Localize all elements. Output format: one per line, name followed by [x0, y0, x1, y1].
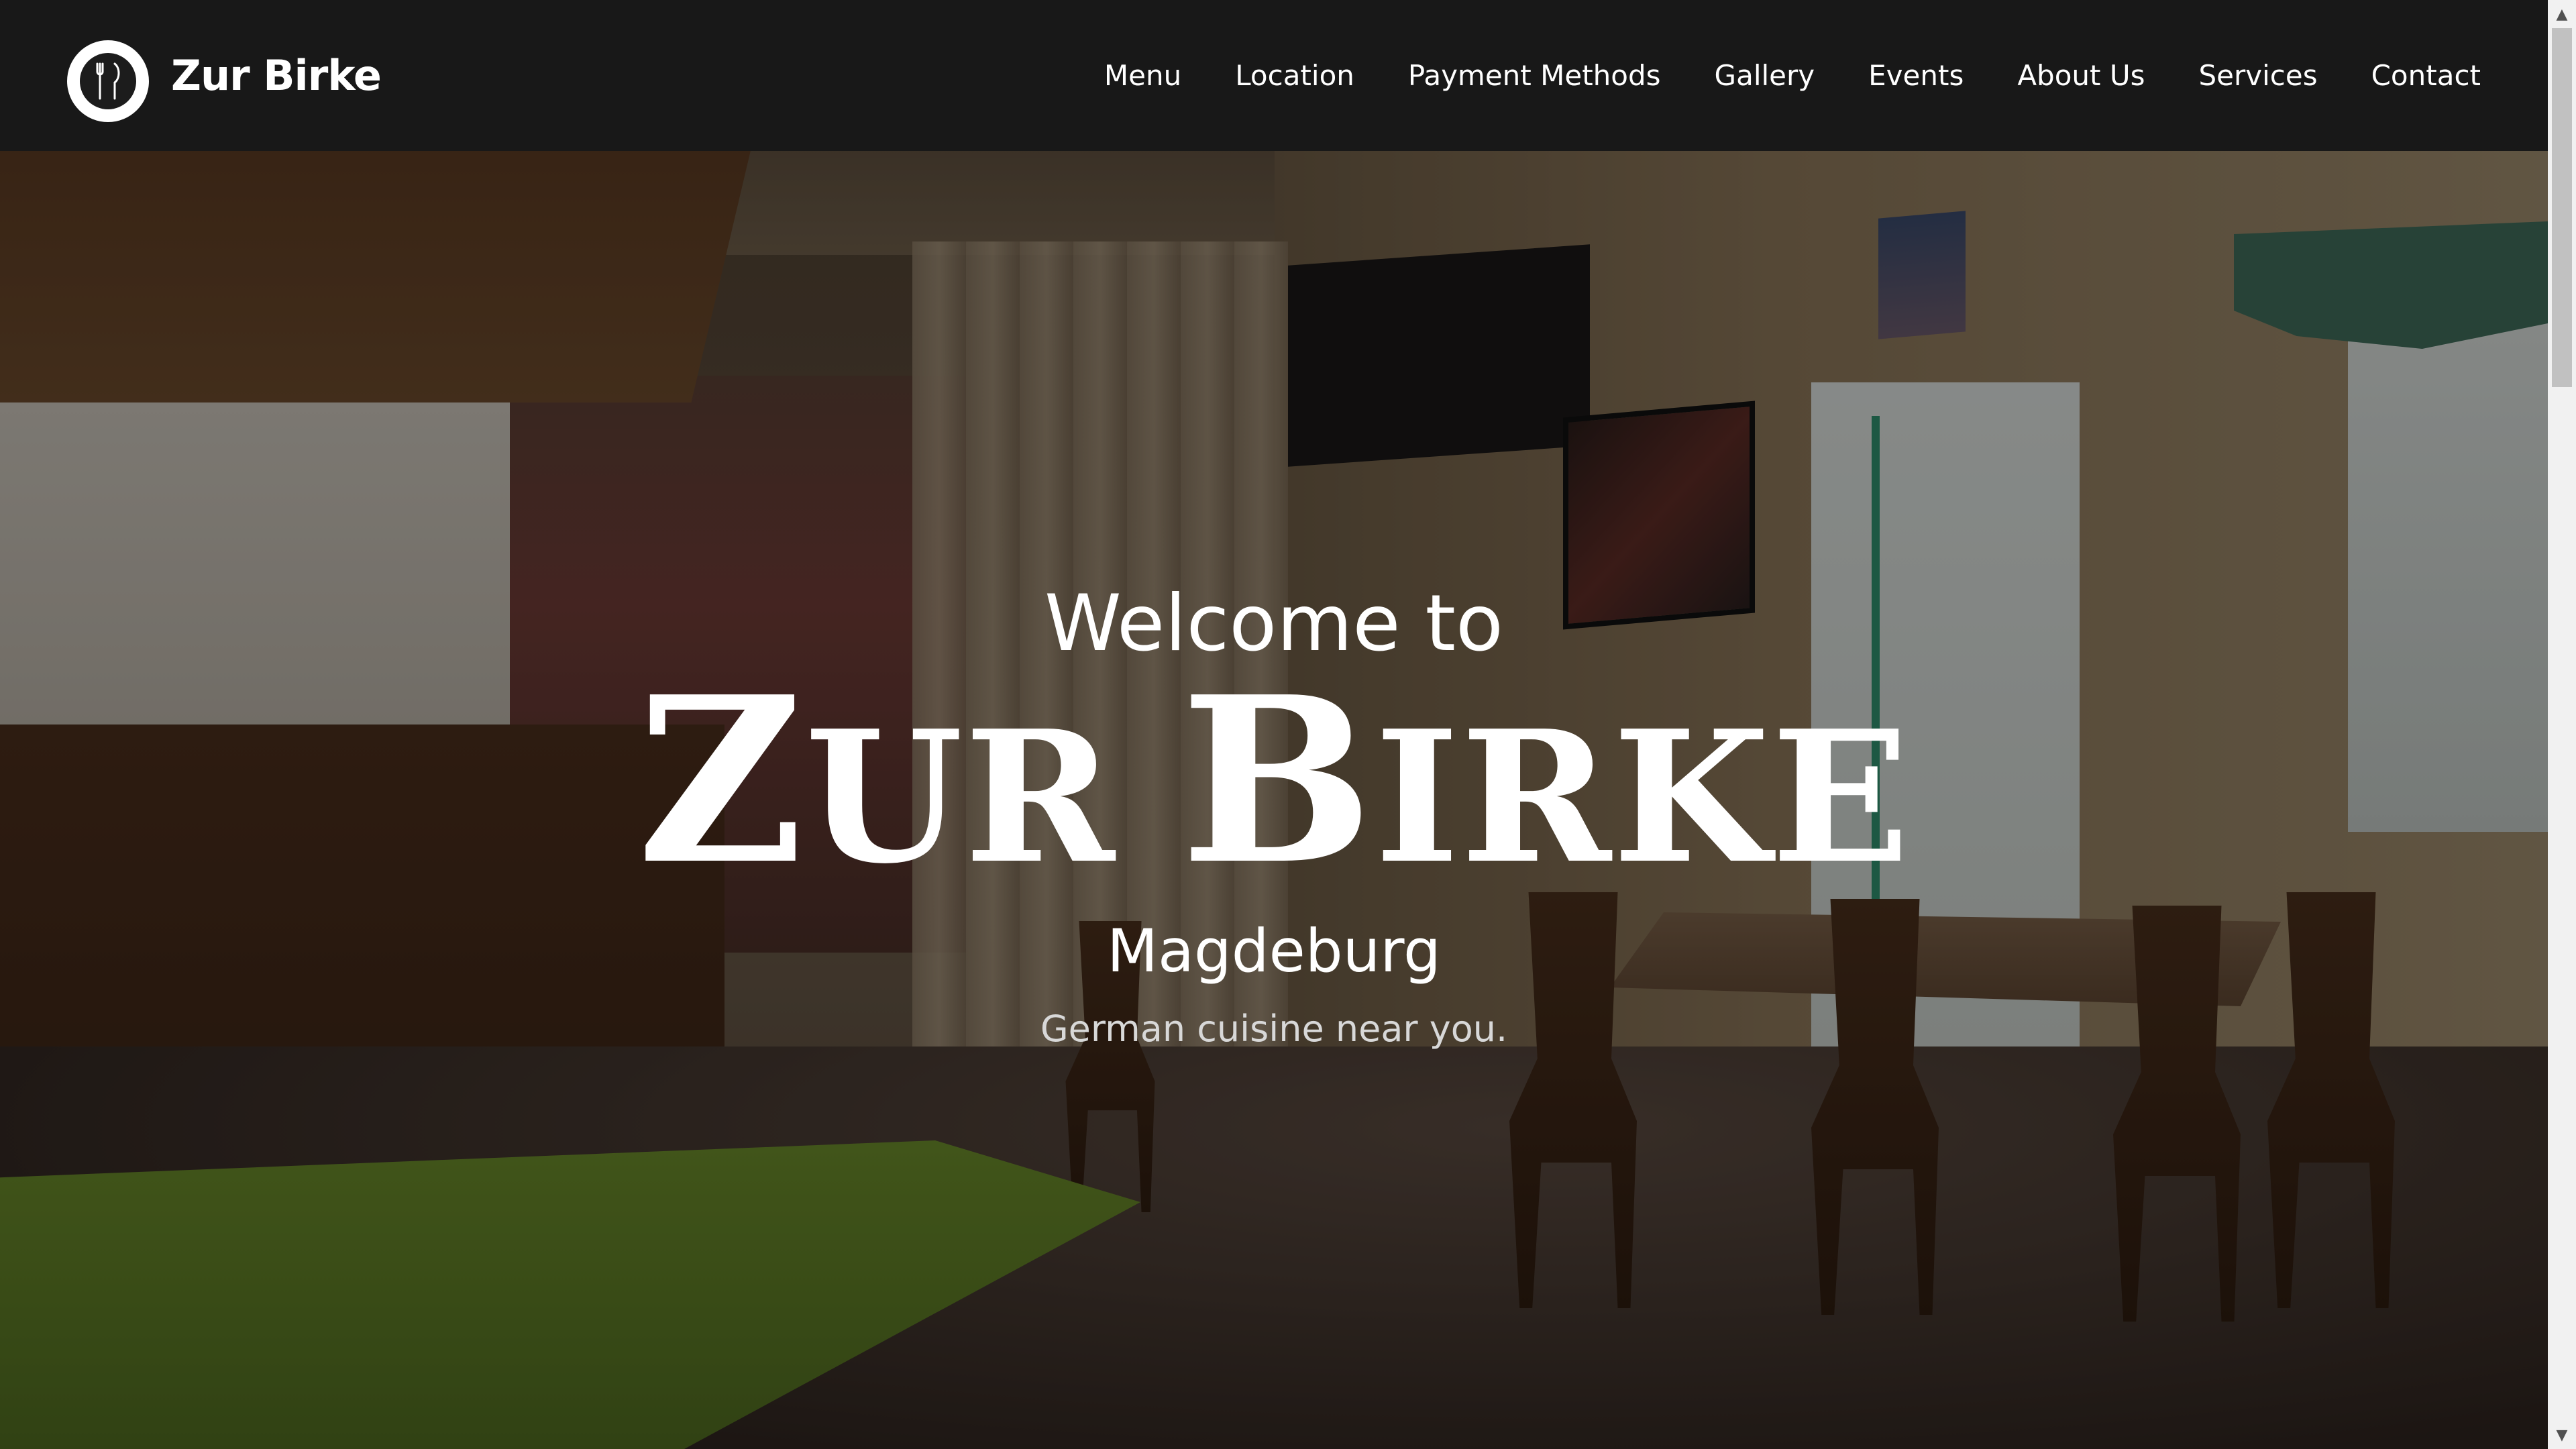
- vertical-scrollbar[interactable]: ▲ ▼: [2548, 0, 2576, 1449]
- hero-title-ur: UR: [804, 690, 1181, 904]
- page: Zur Birke Menu Location Payment Methods …: [0, 0, 2576, 1449]
- hero-title-b: B: [1180, 647, 1375, 915]
- nav-item-contact[interactable]: Contact: [2371, 52, 2481, 99]
- hero-title-irke: IRKE: [1375, 690, 1911, 904]
- nav-item-location[interactable]: Location: [1235, 52, 1354, 99]
- main-nav: Menu Location Payment Methods Gallery Ev…: [1051, 52, 2481, 99]
- restaurant-logo-icon[interactable]: [67, 40, 149, 122]
- nav-item-events[interactable]: Events: [1868, 52, 1964, 99]
- brand-name[interactable]: Zur Birke: [171, 46, 382, 106]
- nav-item-about-us[interactable]: About Us: [2017, 52, 2145, 99]
- hero-title-z: Z: [637, 647, 805, 915]
- nav-item-services[interactable]: Services: [2198, 52, 2317, 99]
- hero-city: Magdeburg: [1107, 916, 1441, 985]
- site-header: Zur Birke Menu Location Payment Methods …: [0, 0, 2548, 151]
- scrollbar-thumb[interactable]: [2552, 28, 2572, 387]
- scroll-up-arrow-icon[interactable]: ▲: [2548, 0, 2576, 28]
- hero-section: Welcome to ZUR BIRKE Magdeburg German cu…: [0, 577, 2548, 1059]
- hero-title: ZUR BIRKE: [0, 667, 2548, 908]
- hero-tagline: German cuisine near you.: [1040, 1008, 1508, 1050]
- scroll-down-arrow-icon[interactable]: ▼: [2548, 1421, 2576, 1449]
- nav-item-payment-methods[interactable]: Payment Methods: [1408, 52, 1661, 99]
- nav-item-gallery[interactable]: Gallery: [1715, 52, 1815, 99]
- nav-item-menu[interactable]: Menu: [1104, 52, 1181, 99]
